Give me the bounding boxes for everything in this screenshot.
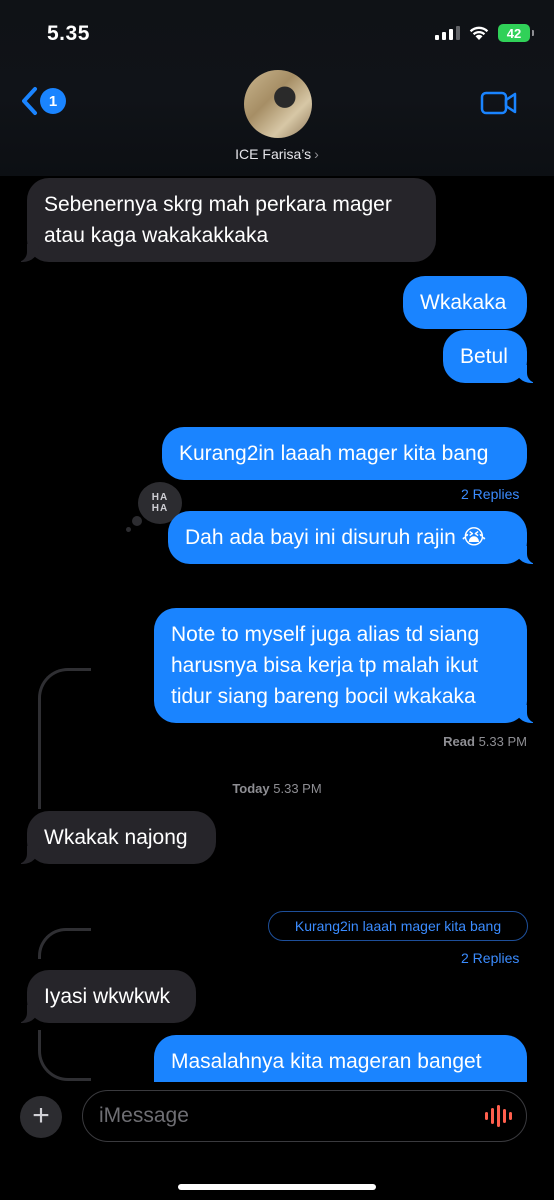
message-input-placeholder: iMessage (99, 1104, 189, 1127)
thread-replies-link[interactable]: 2 Replies (461, 950, 519, 966)
tapback-dot (132, 516, 142, 526)
messages-screen: 5.35 42 1 ICE Farisa’s › Sebenernya skrg… (0, 0, 554, 1200)
thread-connector-line (38, 1030, 91, 1081)
message-outgoing[interactable]: Wkakaka (403, 276, 527, 329)
date-day: Today (232, 781, 270, 796)
read-time: 5.33 PM (478, 734, 527, 749)
message-outgoing[interactable]: Dah ada bayi ini disuruh rajin 😭 (168, 511, 537, 564)
message-incoming[interactable]: Sebenernya skrg mah perkara mager atau k… (17, 178, 436, 262)
back-button[interactable]: 1 (20, 86, 66, 116)
conversation-header: 5.35 42 1 ICE Farisa’s › (0, 0, 554, 176)
reply-context-pill[interactable]: Kurang2in laaah mager kita bang (268, 911, 528, 941)
tapback-dot (126, 527, 131, 532)
battery-icon: 42 (498, 24, 534, 42)
composer-bar: + iMessage (0, 1082, 554, 1200)
thread-connector-line (38, 928, 91, 959)
audio-waveform-icon[interactable] (485, 1105, 512, 1127)
message-outgoing[interactable]: Betul (443, 330, 537, 383)
read-receipt: Read 5.33 PM (443, 734, 527, 749)
wifi-icon (469, 26, 489, 40)
tapback-text: HA (151, 492, 169, 503)
add-attachment-button[interactable]: + (20, 1096, 62, 1138)
read-label: Read (443, 734, 475, 749)
unread-count-badge: 1 (40, 88, 66, 114)
cellular-signal-icon (435, 26, 460, 40)
contact-name-label: ICE Farisa’s (235, 146, 312, 162)
message-incoming[interactable]: Iyasi wkwkwk (17, 970, 196, 1023)
chevron-left-icon (22, 87, 37, 115)
date-separator: Today 5.33 PM (0, 781, 554, 796)
status-icons: 42 (435, 22, 534, 44)
message-outgoing[interactable]: Note to myself juga alias td siang harus… (154, 608, 537, 723)
tapback-text: HA (151, 503, 169, 514)
message-input[interactable]: iMessage (82, 1090, 527, 1142)
message-outgoing[interactable]: Kurang2in laaah mager kita bang (162, 427, 527, 480)
chevron-right-icon: › (314, 146, 319, 162)
contact-avatar[interactable] (244, 70, 312, 138)
message-incoming[interactable]: Wkakak najong (17, 811, 216, 864)
video-camera-icon[interactable] (480, 90, 518, 116)
home-indicator[interactable] (178, 1184, 376, 1190)
thread-replies-link[interactable]: 2 Replies (461, 486, 519, 502)
date-time: 5.33 PM (273, 781, 322, 796)
contact-name[interactable]: ICE Farisa’s › (0, 146, 554, 162)
status-time: 5.35 (47, 22, 90, 45)
battery-level: 42 (506, 25, 522, 41)
